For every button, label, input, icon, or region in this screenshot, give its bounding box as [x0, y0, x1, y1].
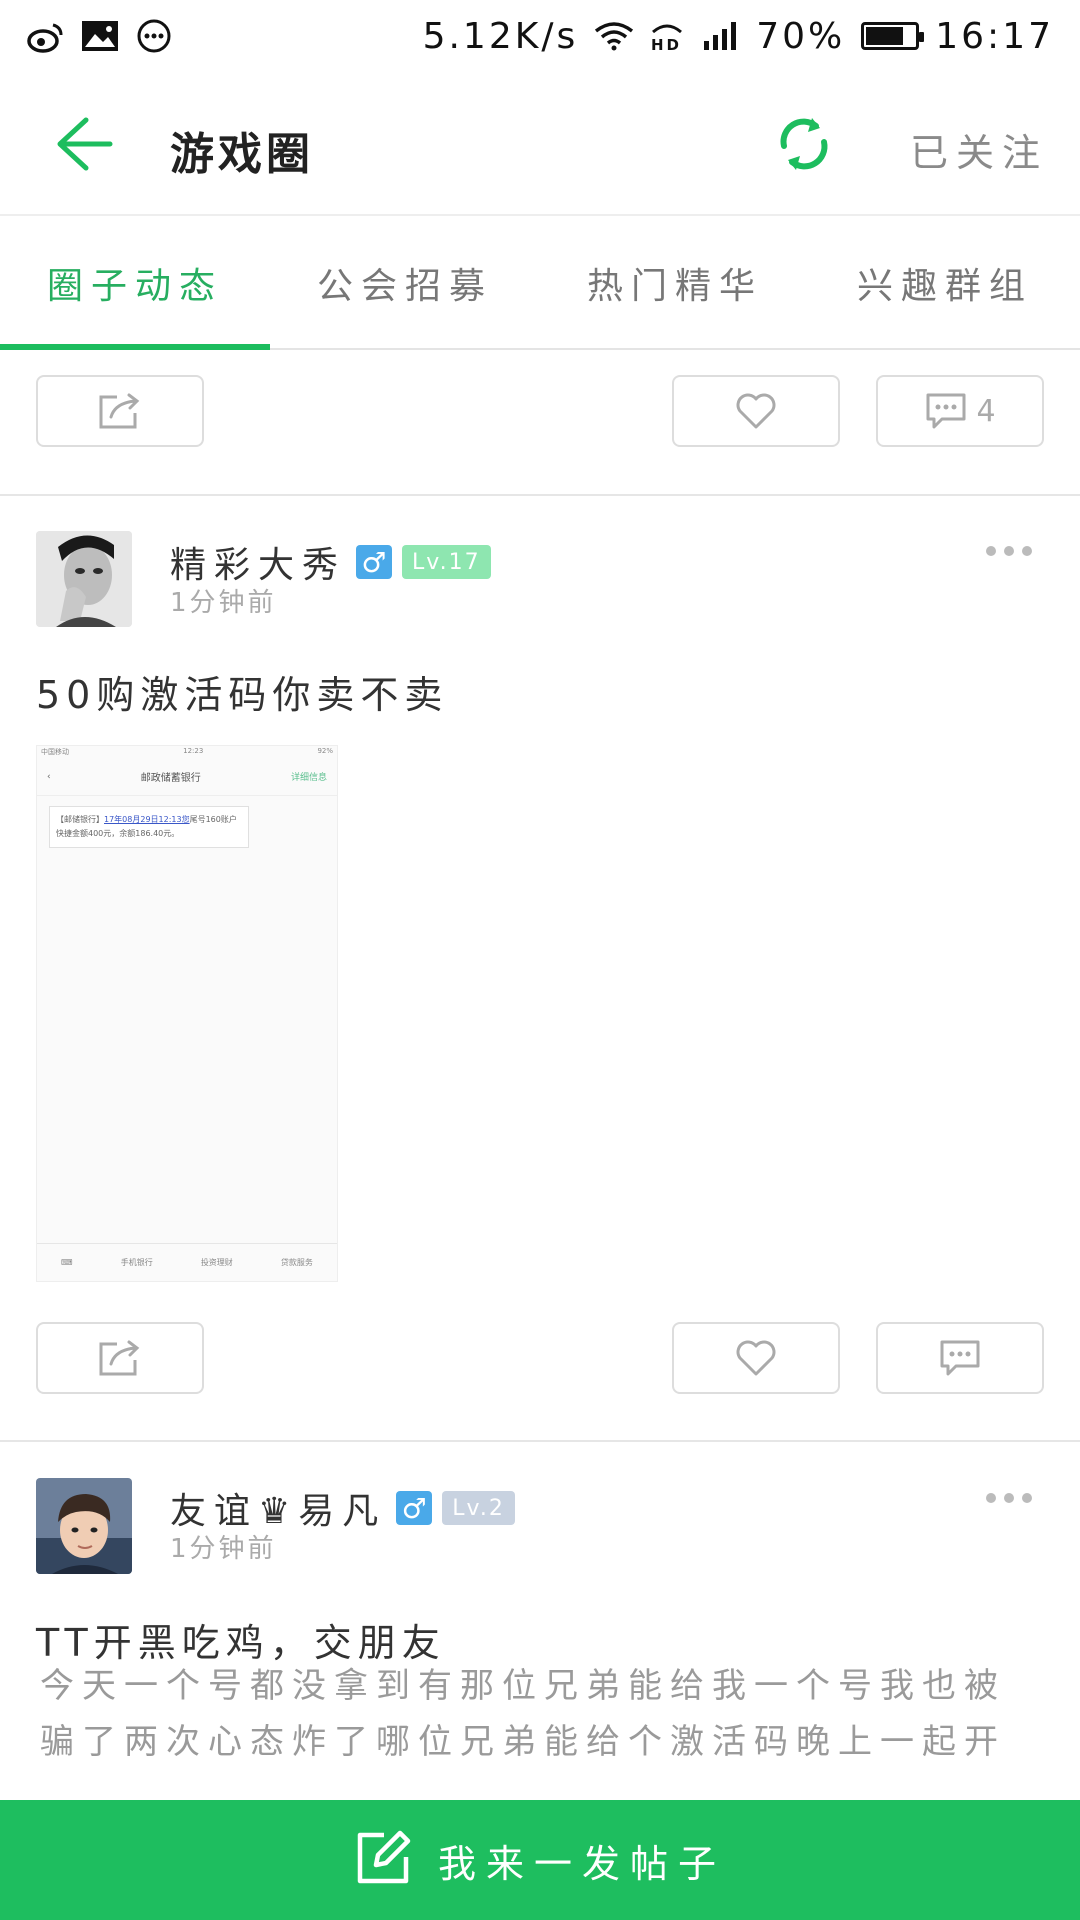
post-actions: [0, 1322, 1080, 1394]
post-actions: 4: [0, 375, 1080, 447]
share-button[interactable]: [36, 375, 204, 447]
image-nav: ‹ 邮政储蓄银行 详细信息: [37, 758, 337, 796]
divider: [0, 494, 1080, 496]
comment-button[interactable]: [876, 1322, 1044, 1394]
image-time: 12:23: [183, 747, 204, 755]
image-keyboard-icon: ⌨: [61, 1258, 73, 1267]
battery-icon: [861, 22, 925, 50]
divider: [0, 1440, 1080, 1442]
heart-icon: [736, 1340, 776, 1376]
post-time: 1分钟前: [170, 1534, 277, 1564]
image-message-link: 17年08月29日12:13您: [104, 815, 190, 824]
image-status-bar: 中国移动 12:23 92%: [37, 746, 337, 758]
image-icon: [80, 16, 120, 56]
share-button[interactable]: [36, 1322, 204, 1394]
edit-icon: [354, 1829, 412, 1891]
image-back-icon: ‹: [47, 771, 51, 782]
more-icon[interactable]: [986, 543, 1034, 559]
heart-icon: [736, 393, 776, 429]
image-message-prefix: 【邮储银行】: [56, 815, 104, 824]
comment-button[interactable]: 4: [876, 375, 1044, 447]
tab-guild-recruit[interactable]: 公会招募: [270, 218, 540, 348]
tab-bar: 圈子动态 公会招募 热门精华 兴趣群组: [0, 218, 1080, 350]
post-body[interactable]: 今天一个号都没拿到有那位兄弟能给我一个号我也被骗了两次心态炸了哪位兄弟能给个激活…: [40, 1658, 1040, 1780]
level-badge: Lv.2: [442, 1491, 515, 1525]
new-post-button[interactable]: 我来一发帖子: [0, 1800, 1080, 1920]
username-row: 友谊♛易凡 ♂ Lv.2: [170, 1482, 515, 1534]
comment-icon: [940, 1340, 980, 1376]
post-title[interactable]: 50购激活码你卖不卖: [36, 664, 448, 719]
post-time: 1分钟前: [170, 588, 277, 618]
follow-button[interactable]: 已关注: [910, 122, 1048, 177]
page-title: 游戏圈: [170, 129, 314, 180]
more-icon[interactable]: [986, 1490, 1034, 1506]
tab-circle-feed[interactable]: 圈子动态: [0, 218, 270, 350]
avatar[interactable]: [36, 531, 132, 627]
level-badge: Lv.17: [402, 545, 491, 579]
image-battery: 92%: [317, 747, 333, 755]
comment-icon: [926, 393, 966, 429]
share-icon: [99, 1340, 140, 1376]
post-image[interactable]: 中国移动 12:23 92% ‹ 邮政储蓄银行 详细信息 【邮储银行】17年08…: [36, 745, 338, 1282]
image-footer-item: 手机银行: [120, 1258, 153, 1267]
username[interactable]: 精彩大秀: [170, 536, 346, 588]
battery-percent: 70%: [756, 15, 846, 57]
username-row: 精彩大秀 ♂ Lv.17: [170, 536, 491, 588]
signal-icon: [700, 16, 740, 56]
weibo-icon: [26, 16, 66, 56]
male-badge: ♂: [356, 545, 393, 579]
image-message: 【邮储银行】17年08月29日12:13您尾号160账户快捷金额400元，余额1…: [49, 806, 249, 848]
image-carrier: 中国移动: [41, 748, 69, 756]
comment-count: 4: [976, 393, 996, 429]
clock: 16:17: [935, 15, 1054, 57]
username[interactable]: 友谊♛易凡: [170, 1482, 386, 1534]
image-nav-title: 邮政储蓄银行: [140, 773, 201, 784]
tab-hot-picks[interactable]: 热门精华: [540, 218, 810, 348]
wifi-icon: [594, 16, 634, 56]
back-arrow-icon[interactable]: [52, 112, 116, 176]
app-header: 游戏圈 已关注: [0, 72, 1080, 216]
like-button[interactable]: [672, 375, 840, 447]
tab-interest-groups[interactable]: 兴趣群组: [810, 218, 1080, 348]
network-speed: 5.12K/s: [422, 15, 579, 57]
image-footer-item: 贷款服务: [280, 1258, 313, 1267]
svg-text:HD: HD: [651, 36, 682, 52]
avatar[interactable]: [36, 1478, 132, 1574]
new-post-label: 我来一发帖子: [437, 1841, 726, 1886]
image-footer: ⌨ 手机银行 投资理财 贷款服务: [37, 1243, 337, 1281]
hd-icon: HD: [650, 16, 684, 56]
male-badge: ♂: [396, 1491, 433, 1525]
share-icon: [99, 393, 140, 429]
like-button[interactable]: [672, 1322, 840, 1394]
image-nav-link: 详细信息: [290, 773, 327, 783]
more-circle-icon: [134, 16, 174, 56]
refresh-icon[interactable]: [772, 112, 836, 176]
image-footer-item: 投资理财: [200, 1258, 233, 1267]
status-bar: 5.12K/s HD 70% 16:17: [0, 0, 1080, 72]
